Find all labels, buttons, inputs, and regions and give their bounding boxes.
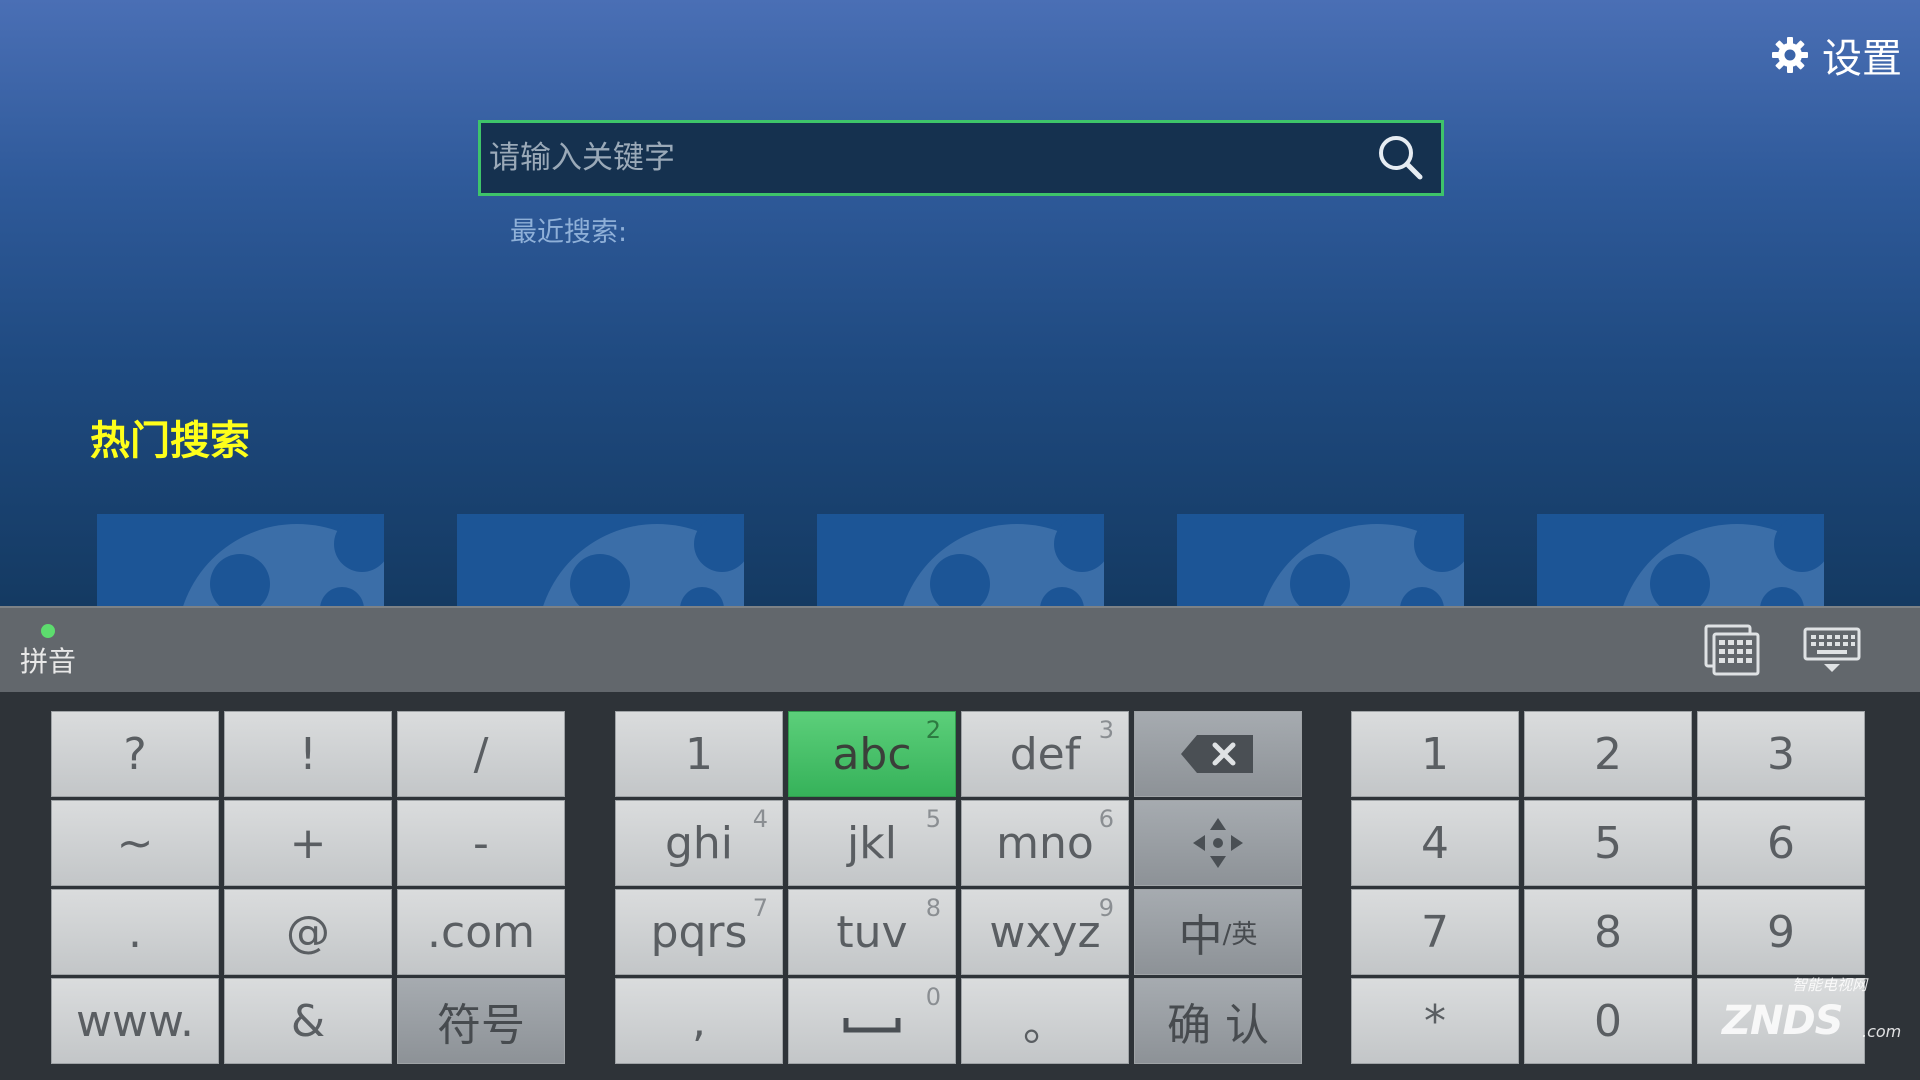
numpad-0[interactable]: 0 <box>1524 978 1692 1064</box>
thumbnail-placeholder-icon <box>903 516 1104 606</box>
key-digit-hint: 5 <box>925 805 941 833</box>
key-t9-1[interactable]: 1 <box>615 711 783 797</box>
thumbnail-placeholder-icon <box>1263 516 1464 606</box>
pinyin-label: 拼音 <box>19 645 76 678</box>
search-input[interactable] <box>481 122 1373 194</box>
keyboard-hide-icon[interactable] <box>1802 626 1862 676</box>
hot-search-tile[interactable] <box>817 514 1104 606</box>
search-screen: 设置 最近搜索: 热门搜索 <box>0 0 1920 606</box>
key-digit-hint: 2 <box>925 716 941 744</box>
key-t9-ghi[interactable]: ghi 4 <box>615 800 783 886</box>
key-digit-hint: 7 <box>752 894 768 922</box>
key-question[interactable]: ? <box>51 711 219 797</box>
znds-watermark-logo: 智能电视网 ZNDS .com <box>1722 976 1902 1044</box>
pinyin-mode-toggle[interactable]: 拼音 <box>16 618 80 686</box>
numpad-7[interactable]: 7 <box>1351 889 1519 975</box>
move-arrows-icon <box>1193 818 1243 868</box>
key-digit-hint: 0 <box>925 983 941 1011</box>
mode-indicator-dot <box>41 624 55 638</box>
key-dotcom[interactable]: .com <box>397 889 565 975</box>
key-period[interactable]: 。 <box>961 978 1129 1064</box>
hot-search-title: 热门搜索 <box>90 418 250 464</box>
key-ampersand[interactable]: & <box>224 978 392 1064</box>
numpad-6[interactable]: 6 <box>1697 800 1865 886</box>
hot-search-tile[interactable] <box>1537 514 1824 606</box>
numpad-4[interactable]: 4 <box>1351 800 1519 886</box>
space-icon <box>843 1018 901 1033</box>
key-digit-hint: 4 <box>752 805 768 833</box>
key-t9-def[interactable]: def 3 <box>961 711 1129 797</box>
settings-button[interactable]: 设置 <box>1770 28 1902 82</box>
on-screen-keyboard: ? ! / ~ + - . @ .com www. & 符号 1 abc 2 d… <box>0 692 1920 1080</box>
thumbnail-placeholder-icon <box>183 516 384 606</box>
search-icon[interactable] <box>1373 130 1429 186</box>
key-at[interactable]: @ <box>224 889 392 975</box>
settings-label: 设置 <box>1822 36 1902 82</box>
key-tilde[interactable]: ~ <box>51 800 219 886</box>
key-t9-tuv[interactable]: tuv 8 <box>788 889 956 975</box>
numpad-1[interactable]: 1 <box>1351 711 1519 797</box>
thumbnail-placeholder-icon <box>1623 516 1824 606</box>
key-plus[interactable]: + <box>224 800 392 886</box>
gear-icon <box>1772 37 1808 73</box>
cursor-move-key[interactable] <box>1134 800 1302 886</box>
key-t9-pqrs[interactable]: pqrs 7 <box>615 889 783 975</box>
key-www[interactable]: www. <box>51 978 219 1064</box>
numpad-2[interactable]: 2 <box>1524 711 1692 797</box>
key-t9-wxyz[interactable]: wxyz 9 <box>961 889 1129 975</box>
key-minus[interactable]: - <box>397 800 565 886</box>
confirm-key[interactable]: 确 认 <box>1134 978 1302 1064</box>
key-comma[interactable]: , <box>615 978 783 1064</box>
key-exclaim[interactable]: ! <box>224 711 392 797</box>
numpad-8[interactable]: 8 <box>1524 889 1692 975</box>
key-dot[interactable]: . <box>51 889 219 975</box>
key-slash[interactable]: / <box>397 711 565 797</box>
ime-toolbar: 拼音 <box>0 606 1920 692</box>
hot-search-tile[interactable] <box>457 514 744 606</box>
key-digit-hint: 9 <box>1098 894 1114 922</box>
key-t9-jkl[interactable]: jkl 5 <box>788 800 956 886</box>
language-switch-key[interactable]: 中/英 <box>1134 889 1302 975</box>
key-t9-abc[interactable]: abc 2 <box>788 711 956 797</box>
recent-search-label: 最近搜索: <box>510 217 628 248</box>
search-box <box>478 120 1444 196</box>
hot-search-tile[interactable] <box>1177 514 1464 606</box>
numpad-star[interactable]: * <box>1351 978 1519 1064</box>
numpad-9[interactable]: 9 <box>1697 889 1865 975</box>
backspace-key[interactable] <box>1134 711 1302 797</box>
key-symbols[interactable]: 符号 <box>397 978 565 1064</box>
key-t9-mno[interactable]: mno 6 <box>961 800 1129 886</box>
numpad-3[interactable]: 3 <box>1697 711 1865 797</box>
thumbnail-placeholder-icon <box>543 516 744 606</box>
space-key[interactable]: 0 <box>788 978 956 1064</box>
numpad-5[interactable]: 5 <box>1524 800 1692 886</box>
hot-search-tile[interactable] <box>97 514 384 606</box>
keyboard-layout-icon[interactable] <box>1702 622 1762 678</box>
key-digit-hint: 3 <box>1098 716 1114 744</box>
key-digit-hint: 6 <box>1098 805 1114 833</box>
backspace-icon <box>1181 735 1253 773</box>
key-digit-hint: 8 <box>925 894 941 922</box>
